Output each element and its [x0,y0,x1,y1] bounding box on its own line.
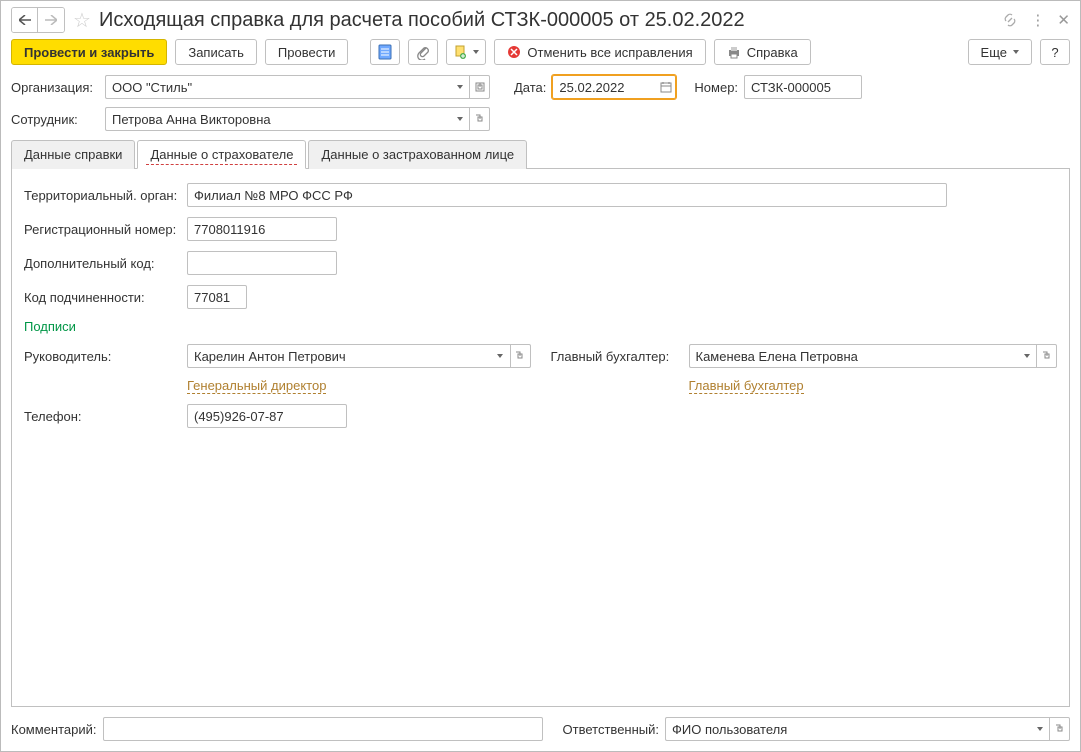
write-button[interactable]: Записать [175,39,257,65]
chevron-down-icon [497,354,503,358]
cancel-corrections-button[interactable]: Отменить все исправления [494,39,705,65]
territory-input[interactable]: Филиал №8 МРО ФСС РФ [187,183,947,207]
document-icon [378,44,392,60]
report-button[interactable] [370,39,400,65]
responsible-input[interactable]: ФИО пользователя [665,717,1030,741]
tab-reference-data[interactable]: Данные справки [11,140,135,169]
calendar-icon [660,81,672,93]
tab-insurer-data[interactable]: Данные о страхователе [137,140,306,169]
chevron-down-icon [457,85,463,89]
help-label: Справка [747,45,798,60]
territory-label: Территориальный. орган: [24,188,179,203]
close-icon[interactable]: ✕ [1057,11,1070,29]
responsible-label: Ответственный: [563,722,659,737]
responsible-dropdown-button[interactable] [1030,717,1050,741]
org-open-button[interactable] [470,75,490,99]
accountant-label: Главный бухгалтер: [551,349,681,364]
open-icon [475,114,485,124]
copy-doc-icon [453,45,467,59]
open-icon [1055,724,1065,734]
org-label: Организация: [11,80,99,95]
more-label: Еще [981,45,1007,60]
chevron-down-icon [457,117,463,121]
phone-input[interactable]: (495)926-07-87 [187,404,347,428]
arrow-left-icon [19,15,31,25]
chevron-down-icon [473,50,479,54]
employee-input[interactable]: Петрова Анна Викторовна [105,107,450,131]
signatures-section-title: Подписи [24,319,1057,334]
org-dropdown-button[interactable] [450,75,470,99]
employee-label: Сотрудник: [11,112,99,127]
favorite-star-icon[interactable]: ☆ [73,8,91,33]
head-input[interactable]: Карелин Антон Петрович [187,344,491,368]
employee-dropdown-button[interactable] [450,107,470,131]
responsible-open-button[interactable] [1050,717,1070,741]
head-open-button[interactable] [511,344,531,368]
head-combo[interactable]: Карелин Антон Петрович [187,344,531,368]
post-button[interactable]: Провести [265,39,349,65]
cancel-icon [507,45,521,59]
number-label: Номер: [694,80,738,95]
nav-back-button[interactable] [12,8,38,32]
nav-group [11,7,65,33]
attach-button[interactable] [408,39,438,65]
window-title: Исходящая справка для расчета пособий СТ… [99,9,994,32]
employee-combo[interactable]: Петрова Анна Викторовна [105,107,490,131]
paperclip-icon [416,44,430,60]
head-position-link[interactable]: Генеральный директор [187,378,326,394]
responsible-combo[interactable]: ФИО пользователя [665,717,1070,741]
help-button[interactable]: Справка [714,39,811,65]
head-dropdown-button[interactable] [491,344,511,368]
cancel-corrections-label: Отменить все исправления [527,45,692,60]
head-label: Руководитель: [24,349,179,364]
chevron-down-icon [1013,50,1019,54]
accountant-input[interactable]: Каменева Елена Петровна [689,344,1018,368]
date-input[interactable]: 25.02.2022 [552,75,656,99]
comment-label: Комментарий: [11,722,97,737]
accountant-position-link[interactable]: Главный бухгалтер [689,378,804,394]
tab-insured-data[interactable]: Данные о застрахованном лице [308,140,527,169]
addcode-label: Дополнительный код: [24,256,179,271]
create-based-on-button[interactable] [446,39,486,65]
open-icon [515,351,525,361]
chevron-down-icon [1037,727,1043,731]
addcode-input[interactable] [187,251,337,275]
post-and-close-button[interactable]: Провести и закрыть [11,39,167,65]
regnum-input[interactable]: 7708011916 [187,217,337,241]
comment-input[interactable] [103,717,543,741]
arrow-right-icon [45,15,57,25]
date-picker-button[interactable] [656,75,676,99]
nav-forward-button[interactable] [38,8,64,32]
accountant-open-button[interactable] [1037,344,1057,368]
number-input[interactable]: СТЗК-000005 [744,75,862,99]
accountant-combo[interactable]: Каменева Елена Петровна [689,344,1058,368]
subcode-input[interactable]: 77081 [187,285,247,309]
date-label: Дата: [514,80,546,95]
open-icon [475,82,485,92]
chevron-down-icon [1024,354,1030,358]
question-button[interactable]: ? [1040,39,1070,65]
org-combo[interactable]: ООО "Стиль" [105,75,490,99]
regnum-label: Регистрационный номер: [24,222,179,237]
printer-icon [727,45,741,59]
kebab-menu-icon[interactable]: ⋮ [1030,11,1045,29]
open-icon [1042,351,1052,361]
subcode-label: Код подчиненности: [24,290,179,305]
tab-panel-insurer: Территориальный. орган: Филиал №8 МРО ФС… [11,169,1070,707]
employee-open-button[interactable] [470,107,490,131]
phone-label: Телефон: [24,409,179,424]
more-button[interactable]: Еще [968,39,1032,65]
date-combo[interactable]: 25.02.2022 [552,75,676,99]
link-icon[interactable] [1002,12,1018,28]
org-input[interactable]: ООО "Стиль" [105,75,450,99]
accountant-dropdown-button[interactable] [1017,344,1037,368]
